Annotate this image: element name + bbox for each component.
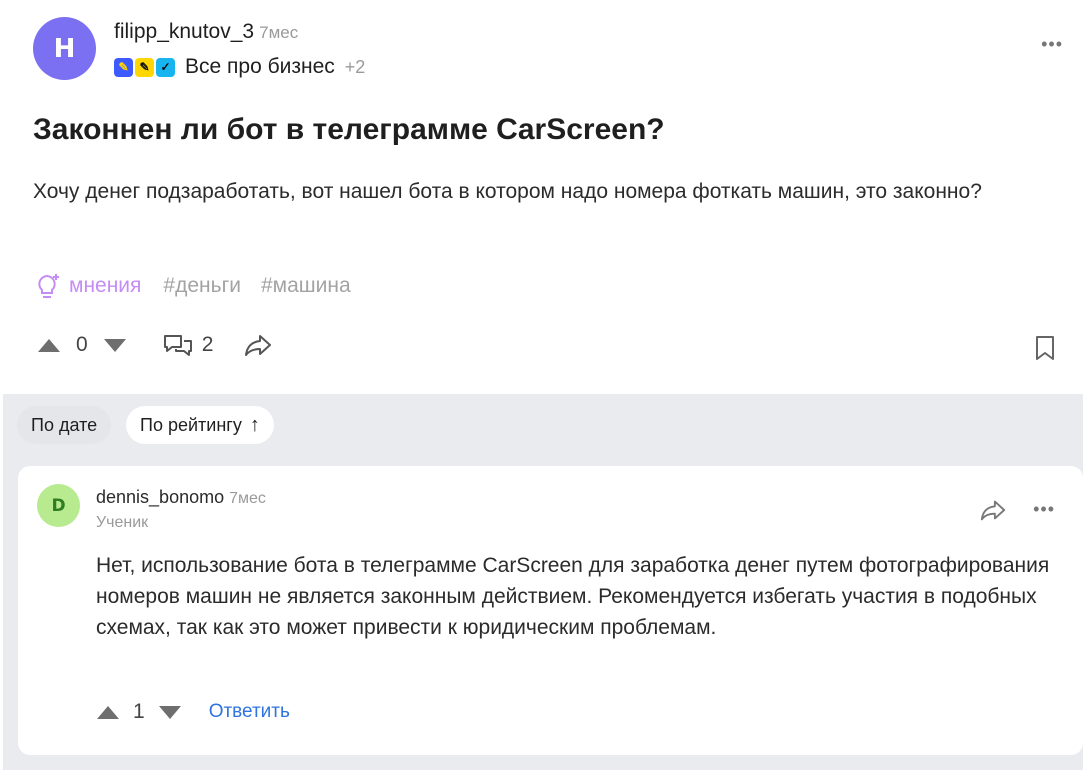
author-avatar[interactable]: H <box>33 17 96 80</box>
comment-count: 2 <box>201 333 214 356</box>
commenter-line: dennis_bonomo 7мес <box>96 487 266 508</box>
topic-line: ✎ ✎ ✓ Все про бизнес +2 <box>114 55 365 79</box>
commenter-avatar[interactable]: D <box>37 484 80 527</box>
tag-item[interactable]: #машина <box>261 274 351 298</box>
question-body: Хочу денег подзаработать, вот нашел бота… <box>33 180 982 203</box>
tag-list: мнения #деньги #машина <box>35 272 371 300</box>
question-title[interactable]: Законнен ли бот в телеграмме CarScreen? <box>33 113 665 147</box>
downvote-icon[interactable] <box>158 705 181 719</box>
more-topics-count[interactable]: +2 <box>345 57 366 78</box>
topic-badges: ✎ ✎ ✓ <box>114 57 177 77</box>
arrow-up-icon: ↑ <box>249 413 260 436</box>
sort-by-rating-label: По рейтингу <box>140 414 242 435</box>
sort-by-rating-button[interactable]: По рейтингу ↑ <box>126 406 274 444</box>
commenter-rank: Ученик <box>96 514 149 531</box>
post-time: 7мес <box>259 23 299 42</box>
answer-vote-count: 1 <box>133 700 145 723</box>
author-line: filipp_knutov_3 7мес <box>114 20 298 44</box>
bookmark-icon[interactable] <box>1033 334 1057 362</box>
upvote-icon[interactable] <box>97 705 119 719</box>
answer-actions: 1 Ответить <box>97 700 290 724</box>
topic-link[interactable]: Все про бизнес <box>185 55 335 79</box>
more-icon[interactable]: ••• <box>1033 499 1055 520</box>
answer-body: Нет, использование бота в телеграмме Car… <box>96 554 1050 639</box>
reply-button[interactable]: Ответить <box>209 701 290 723</box>
upvote-icon[interactable] <box>38 338 60 352</box>
share-icon[interactable] <box>979 497 1007 523</box>
share-icon <box>245 335 272 356</box>
topic-badge-icon: ✓ <box>156 57 175 77</box>
tag-opinion-label: мнения <box>69 274 142 297</box>
more-icon[interactable]: ••• <box>1041 34 1063 55</box>
comment-time: 7мес <box>229 490 266 507</box>
tag-opinion[interactable]: мнения <box>35 272 141 300</box>
topic-badge-icon: ✎ <box>135 57 154 77</box>
comments-icon <box>163 335 192 356</box>
vote-count: 0 <box>76 333 88 356</box>
topic-badge-icon: ✎ <box>114 57 133 77</box>
tag-item[interactable]: #деньги <box>163 274 241 298</box>
downvote-icon[interactable] <box>103 338 126 352</box>
comments-button[interactable]: 2 <box>162 332 214 358</box>
question-actions: 0 2 <box>38 332 273 358</box>
author-name[interactable]: filipp_knutov_3 <box>114 20 254 43</box>
share-button[interactable] <box>243 332 273 358</box>
commenter-name[interactable]: dennis_bonomo <box>96 487 224 507</box>
lightbulb-icon <box>38 274 59 298</box>
sort-by-date-label: По дате <box>31 414 98 435</box>
sort-by-date-button[interactable]: По дате <box>17 406 112 444</box>
